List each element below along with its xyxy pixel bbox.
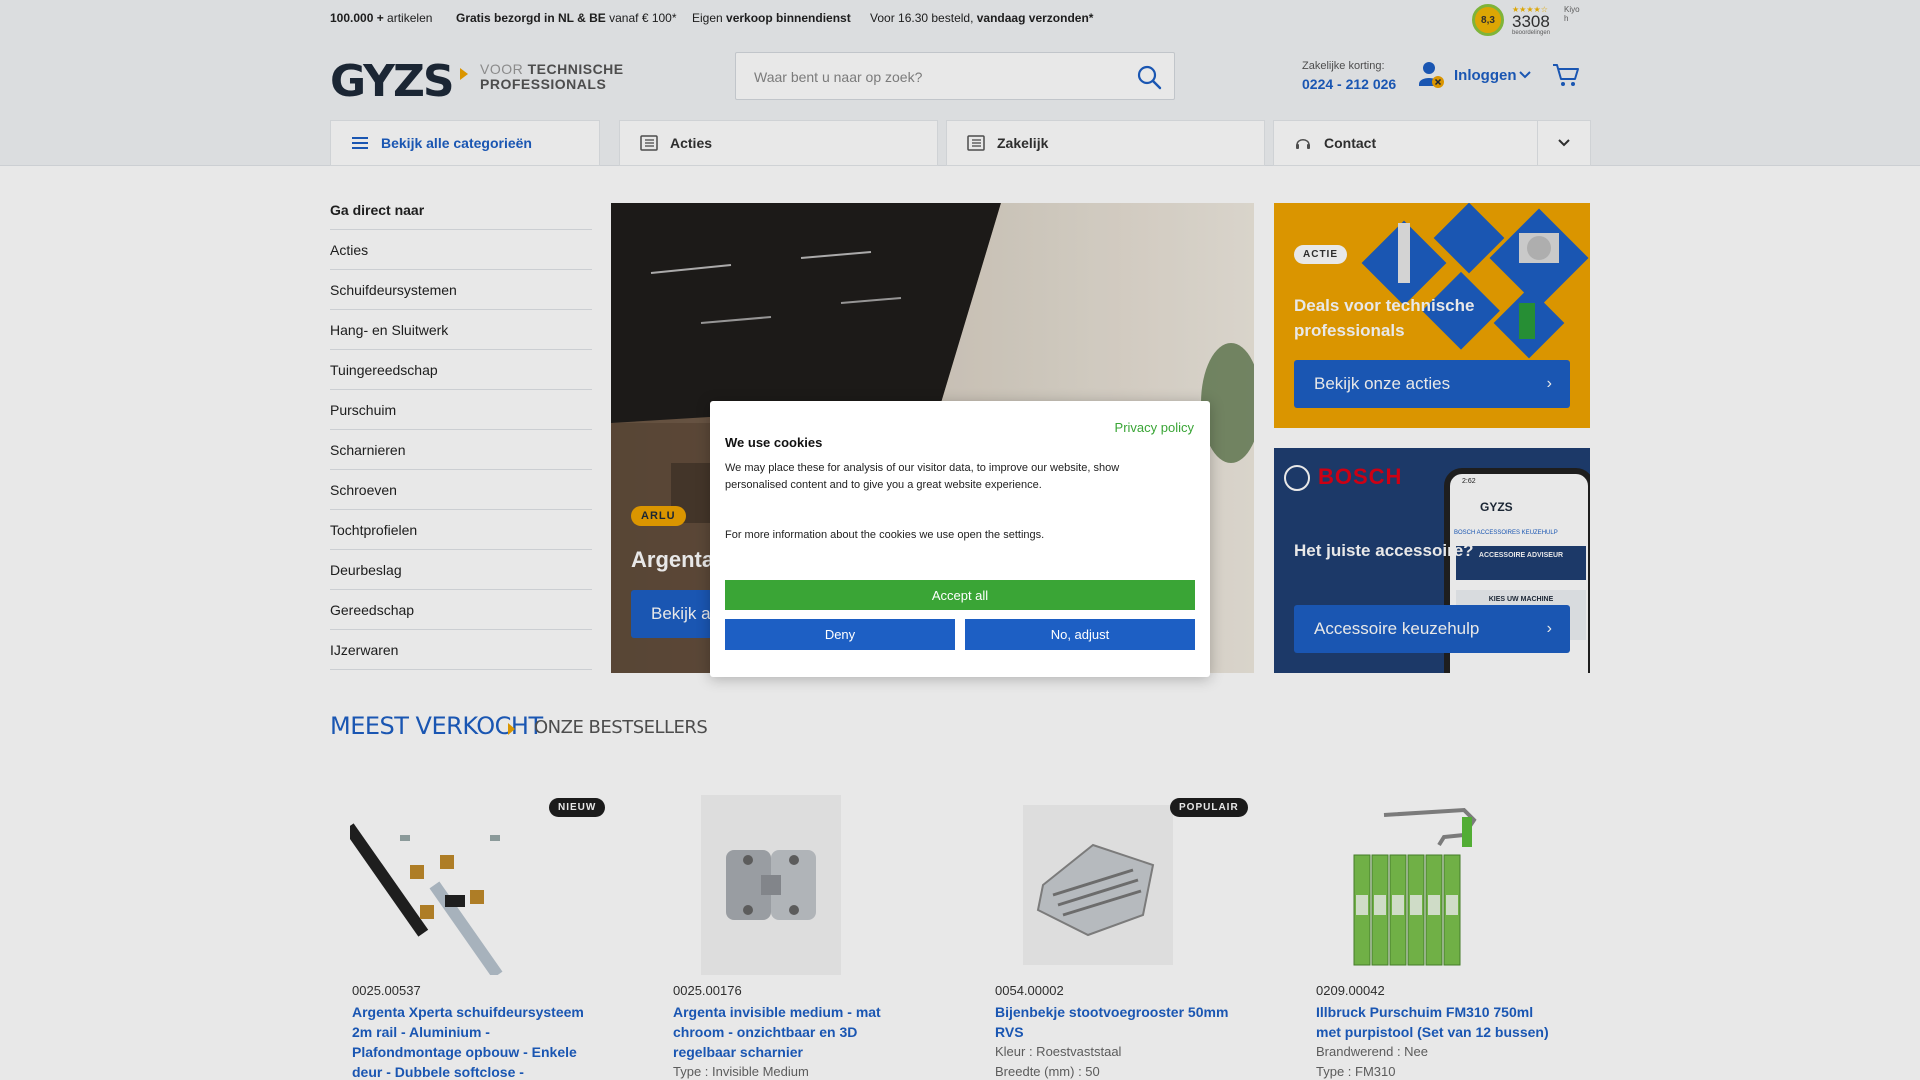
cookie-description: We may place these for analysis of our v… [725,462,1120,491]
deny-button[interactable]: Deny [725,619,955,650]
adjust-button[interactable]: No, adjust [965,619,1195,650]
cookie-settings-info: For more information about the cookies w… [725,529,1045,541]
cookie-consent-dialog: Privacy policy We use cookies We may pla… [710,401,1210,677]
accept-all-button[interactable]: Accept all [725,580,1195,610]
cookie-title: We use cookies [725,435,823,450]
privacy-policy-link[interactable]: Privacy policy [1115,420,1194,435]
